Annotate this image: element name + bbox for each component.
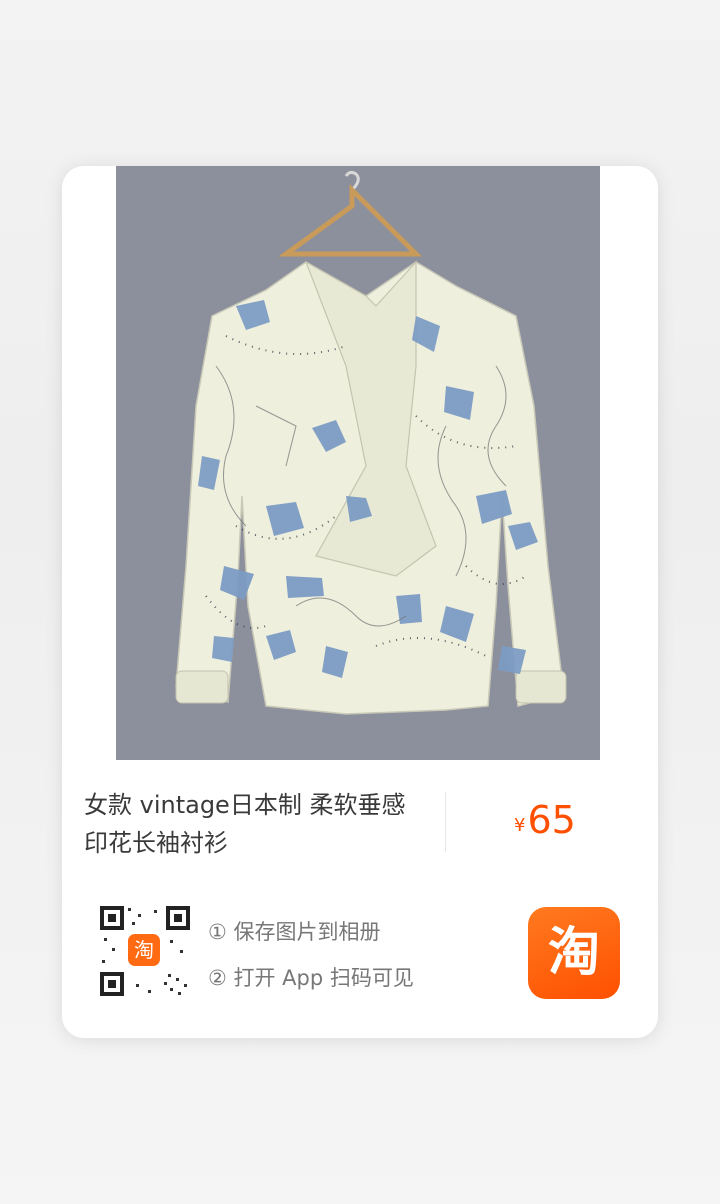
- product-price: ¥65: [514, 798, 576, 842]
- taobao-app-logo-icon[interactable]: 淘: [528, 907, 620, 999]
- instruction-step-2: ② 打开 App 扫码可见: [208, 966, 414, 990]
- qr-finder-top-left: [100, 906, 124, 930]
- instruction-step-1: ① 保存图片到相册: [208, 920, 381, 944]
- currency-symbol: ¥: [514, 815, 526, 836]
- product-title[interactable]: 女款 vintage日本制 柔软垂感 印花长袖衬衫: [84, 786, 424, 862]
- blouse-illustration: [116, 166, 600, 760]
- qr-finder-top-right: [166, 906, 190, 930]
- qr-finder-bottom-left: [100, 972, 124, 996]
- qr-taobao-logo-icon: 淘: [128, 934, 160, 966]
- product-image[interactable]: [116, 166, 600, 760]
- divider: [445, 792, 446, 852]
- price-amount: 65: [527, 798, 576, 842]
